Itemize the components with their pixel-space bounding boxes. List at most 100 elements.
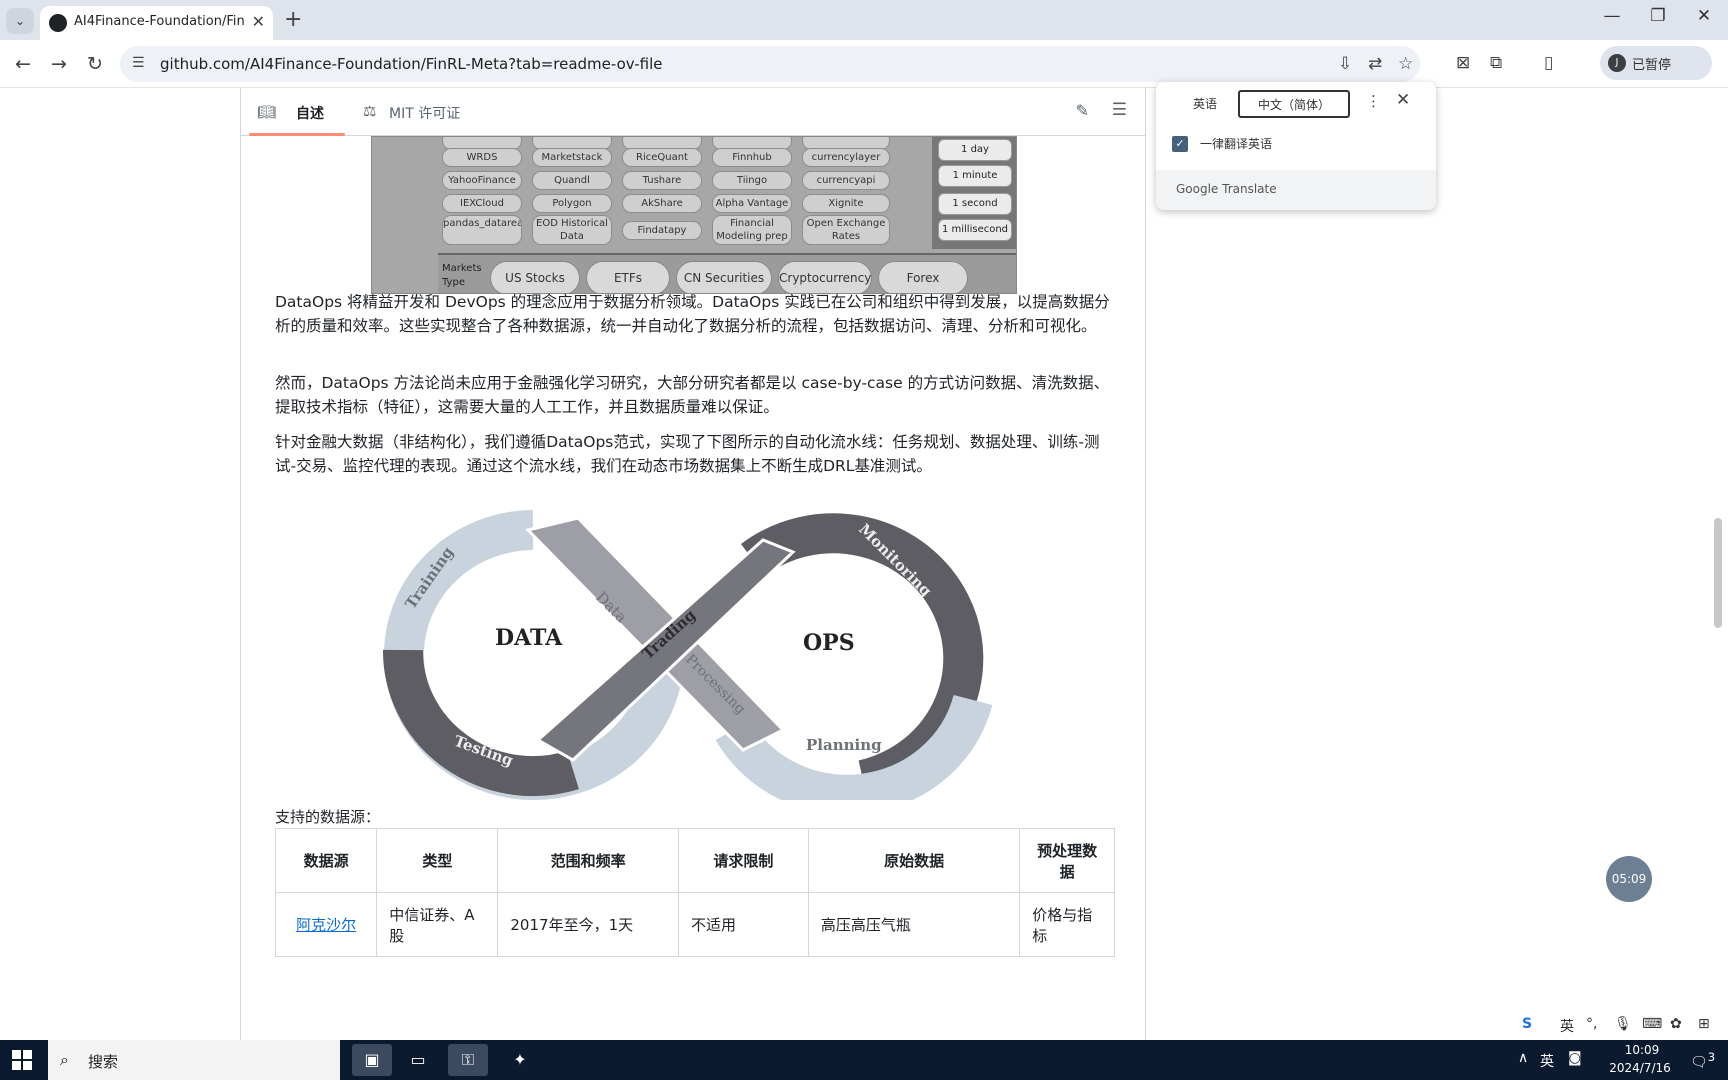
- frequency-label: 1 minute: [938, 165, 1012, 187]
- ime-logo-icon[interactable]: S: [1522, 1016, 1532, 1032]
- law-icon: ⚖: [363, 102, 377, 120]
- microphone-icon[interactable]: 🎙︎: [1614, 1016, 1632, 1032]
- tray-app-icon[interactable]: ◙: [1568, 1050, 1582, 1066]
- source-link[interactable]: 阿克沙尔: [296, 916, 356, 934]
- data-source-cell: Finnhub: [712, 148, 792, 167]
- address-bar[interactable]: ☰ github.com/AI4Finance-Foundation/FinRL…: [120, 46, 1420, 82]
- taskbar-app-bird-icon[interactable]: ✦: [500, 1044, 540, 1076]
- table-cell: 价格与指标: [1019, 892, 1115, 957]
- site-info-icon[interactable]: ☰: [132, 55, 145, 71]
- diagram-data-word: DATA: [495, 625, 563, 651]
- table-cell: 不适用: [677, 892, 809, 957]
- diagram-ops-word: OPS: [803, 630, 855, 656]
- back-button[interactable]: ←: [8, 49, 38, 79]
- table-header: 预处理数据: [1019, 828, 1115, 893]
- tab-license[interactable]: MIT 许可证: [389, 103, 460, 123]
- clock-date[interactable]: 2024/7/16: [1600, 1061, 1680, 1075]
- dataops-infinity-diagram: DATA OPS Training Testing Data Trading P…: [382, 510, 993, 800]
- minimize-button[interactable]: —: [1592, 6, 1632, 26]
- paragraph-pipeline: 针对金融大数据（非结构化），我们遵循DataOps范式，实现了下图所示的自动化流…: [275, 433, 1100, 475]
- source-language-tab[interactable]: 英语: [1170, 90, 1240, 118]
- readme-nav: 📖︎ 自述 ⚖ MIT 许可证 ✎ ☰: [241, 88, 1145, 136]
- taskbar-app-recorder-icon[interactable]: ▣: [352, 1044, 392, 1076]
- tab-readme[interactable]: 自述: [296, 103, 324, 123]
- table-row: 阿克沙尔 中信证券、A股 2017年至今，1天 不适用 高压高压气瓶 价格与指标: [274, 892, 1115, 957]
- ime-lang[interactable]: 英: [1560, 1016, 1574, 1036]
- data-sources-image: WRDS Marketstack RiceQuant Finnhub curre…: [371, 136, 1017, 294]
- frequency-label: 1 second: [938, 193, 1012, 215]
- always-translate-checkbox[interactable]: ✓: [1172, 136, 1188, 152]
- taskbar-search[interactable]: ⌕ 搜索: [48, 1040, 340, 1080]
- reload-button[interactable]: ↻: [80, 49, 110, 79]
- ime-punct-icon[interactable]: °,: [1586, 1016, 1597, 1032]
- timer-badge[interactable]: 05:09: [1606, 856, 1652, 902]
- frequency-label: 1 day: [938, 139, 1012, 161]
- ime-grid-icon[interactable]: ⊞: [1698, 1016, 1710, 1032]
- skin-icon[interactable]: ✿: [1670, 1016, 1682, 1032]
- translate-popup: 英语 中文（简体） ⋮ ✕ ✓ 一律翻译英语 Google Translate: [1156, 82, 1436, 210]
- url-text[interactable]: github.com/AI4Finance-Foundation/FinRL-M…: [160, 55, 663, 73]
- translate-icon[interactable]: ⇄: [1368, 54, 1382, 74]
- table-header: 数据源: [274, 828, 378, 893]
- table-header: 请求限制: [677, 828, 809, 893]
- search-icon: ⌕: [60, 1050, 69, 1069]
- pencil-icon[interactable]: ✎: [1076, 101, 1089, 120]
- tab-close-icon[interactable]: ✕: [252, 12, 265, 31]
- close-icon[interactable]: ✕: [1396, 90, 1410, 110]
- book-icon: 📖︎: [257, 103, 277, 121]
- data-source-cell: Polygon: [532, 194, 612, 213]
- translate-footer: Google Translate: [1156, 170, 1436, 210]
- page-scrollbar[interactable]: [1714, 518, 1722, 628]
- data-source-cell: Quandl: [532, 171, 612, 190]
- data-source-cell: Financial Modeling prep: [712, 215, 792, 245]
- profile-button[interactable]: J 已暂停: [1600, 46, 1712, 80]
- reading-mode-icon[interactable]: ▯: [1544, 53, 1553, 73]
- table-cell: 阿克沙尔: [274, 892, 378, 957]
- table-cell: 中信证券、A股: [376, 892, 499, 957]
- more-options-icon[interactable]: ⋮: [1366, 92, 1381, 110]
- tray-expand-icon[interactable]: ∧: [1518, 1050, 1528, 1066]
- data-source-cell: IEXCloud: [442, 194, 522, 213]
- profile-status: 已暂停: [1632, 58, 1672, 73]
- target-language-tab[interactable]: 中文（简体）: [1238, 90, 1350, 118]
- tab-search-button[interactable]: ⌄: [6, 8, 34, 34]
- data-source-cell: Alpha Vantage: [712, 194, 792, 213]
- data-source-cell: currencylayer: [802, 148, 890, 167]
- taskbar-app-explorer-icon[interactable]: ▭: [398, 1044, 438, 1076]
- readme-panel: 📖︎ 自述 ⚖ MIT 许可证 ✎ ☰ WRDS Marketstack Ric…: [240, 88, 1146, 1040]
- window-close-button[interactable]: ✕: [1684, 6, 1724, 26]
- data-source-cell: pandas_datareader: [442, 215, 522, 245]
- data-source-cell: Open Exchange Rates: [802, 215, 890, 245]
- extensions-puzzle-icon[interactable]: ⧉: [1490, 53, 1502, 73]
- tray-input-language[interactable]: 英: [1540, 1051, 1554, 1071]
- ime-toolbar: S 英 °, 🎙︎ ⌨ ✿ ⊞: [1522, 1010, 1728, 1040]
- table-header: 范围和频率: [497, 828, 679, 893]
- windows-start-icon[interactable]: [12, 1050, 32, 1070]
- page-content: 📖︎ 自述 ⚖ MIT 许可证 ✎ ☰ WRDS Marketstack Ric…: [0, 88, 1728, 1040]
- forward-button[interactable]: →: [44, 49, 74, 79]
- data-source-cell: Findatapy: [622, 221, 702, 240]
- data-source-cell: YahooFinance: [442, 171, 522, 190]
- tab-strip: ⌄ AI4Finance-Foundation/FinRL ✕ + — ❐ ✕: [0, 0, 1728, 40]
- notification-icon[interactable]: 🗨︎3: [1690, 1050, 1715, 1071]
- table-header: 原始数据: [807, 828, 1021, 893]
- data-source-cell: Xignite: [802, 194, 890, 213]
- table-header: 类型: [376, 828, 499, 893]
- paragraph-methodology: 然而，DataOps 方法论尚未应用于金融强化学习研究，大部分研究者都是以 ca…: [275, 374, 1110, 416]
- clock-time[interactable]: 10:09: [1612, 1043, 1672, 1057]
- bookmark-star-icon[interactable]: ☆: [1398, 54, 1413, 74]
- google-translate-brand: Google Translate: [1176, 182, 1277, 196]
- active-tab[interactable]: AI4Finance-Foundation/FinRL ✕: [40, 6, 273, 40]
- data-source-cell: Tushare: [622, 171, 702, 190]
- install-app-icon[interactable]: ⇩: [1338, 54, 1352, 74]
- new-tab-button[interactable]: +: [284, 7, 302, 32]
- taskbar-app-key-icon[interactable]: ⚿: [448, 1044, 488, 1076]
- data-source-cell: AkShare: [622, 194, 702, 213]
- data-source-cell: Marketstack: [532, 148, 612, 167]
- outline-list-icon[interactable]: ☰: [1112, 100, 1127, 120]
- extension-x-icon[interactable]: ⊠: [1456, 53, 1470, 73]
- restore-button[interactable]: ❐: [1638, 6, 1678, 26]
- keyboard-icon[interactable]: ⌨: [1642, 1016, 1662, 1032]
- data-source-cell: currencyapi: [802, 171, 890, 190]
- github-icon: [49, 14, 67, 32]
